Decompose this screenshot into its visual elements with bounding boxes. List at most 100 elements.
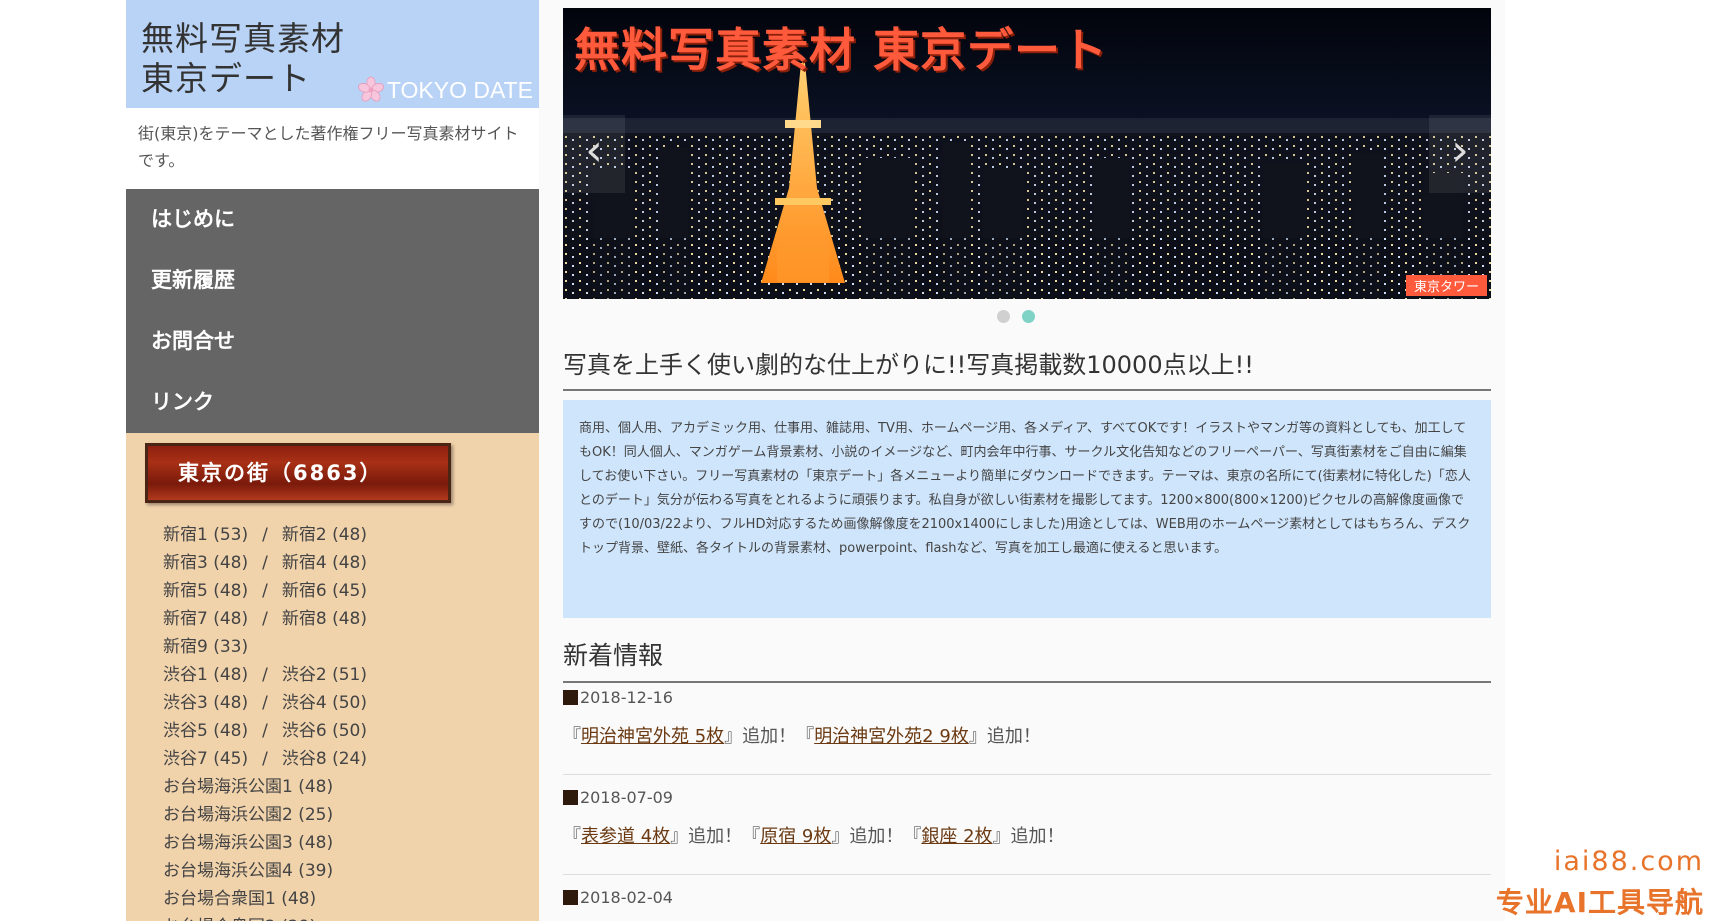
category-link[interactable]: お台場海浜公園1 (48) — [163, 777, 333, 797]
sidebar: 無料写真素材 東京デート TOKYO DATE 街(東京)をテーマとした著作権フ… — [126, 0, 539, 921]
slider-dot[interactable] — [1022, 310, 1035, 323]
slider-prev-button[interactable]: ‹ — [563, 115, 625, 193]
category-separator: / — [262, 721, 268, 741]
news-text-fragment: 』追加！『 — [724, 726, 815, 747]
category-banner-label: 東京の街（6863） — [178, 461, 383, 485]
category-link[interactable]: お台場海浜公園2 (25) — [163, 805, 333, 825]
logo-subtitle: TOKYO DATE — [357, 76, 533, 104]
sidebar-nav: はじめに 更新履歴 お問合せ リンク — [126, 189, 539, 433]
category-link[interactable]: 新宿1 (53) — [163, 525, 248, 545]
category-row: 新宿5 (48) / 新宿6 (45) — [163, 577, 367, 605]
category-separator: / — [262, 665, 268, 685]
category-link[interactable]: 新宿7 (48) — [163, 609, 248, 629]
category-link[interactable]: 新宿4 (48) — [282, 553, 367, 573]
watermark-line1: iai88.com — [1553, 846, 1704, 877]
category-row: お台場合衆国1 (48) — [163, 885, 367, 913]
chevron-right-icon: › — [1451, 125, 1469, 176]
news-text-fragment: 『 — [563, 726, 581, 747]
news-date-text: 2018-02-04 — [580, 888, 673, 907]
category-link[interactable]: お台場合衆国1 (48) — [163, 889, 316, 909]
news-divider — [563, 874, 1491, 875]
category-link[interactable]: お台場海浜公園4 (39) — [163, 861, 333, 881]
category-link[interactable]: 渋谷8 (24) — [282, 749, 367, 769]
category-link[interactable]: 新宿3 (48) — [163, 553, 248, 573]
category-link[interactable]: お台場合衆国2 (29) — [163, 917, 316, 921]
main-content: 無料写真素材 東京デート ‹ › 東京タワー 写真を上手く使い劇的な仕上がりに!… — [539, 0, 1505, 921]
category-link[interactable]: 渋谷3 (48) — [163, 693, 248, 713]
category-link[interactable]: 新宿9 (33) — [163, 637, 248, 657]
news-date: 2018-12-16 — [563, 688, 1491, 707]
news-text-fragment: 』追加！ — [992, 826, 1065, 847]
slide-title: 無料写真素材 東京デート — [574, 23, 1109, 77]
category-link[interactable]: お台場海浜公園3 (48) — [163, 833, 333, 853]
slider-dot[interactable] — [997, 310, 1010, 323]
category-link[interactable]: 渋谷7 (45) — [163, 749, 248, 769]
category-separator: / — [262, 749, 268, 769]
watermark-line2: 专业AI工具导航 — [1495, 886, 1704, 919]
category-row: お台場海浜公園4 (39) — [163, 857, 367, 885]
page-headline: 写真を上手く使い劇的な仕上がりに!!写真掲載数10000点以上!! — [563, 345, 1491, 391]
news-text-fragment: 』追加！『 — [831, 826, 922, 847]
category-link[interactable]: 渋谷2 (51) — [282, 665, 367, 685]
site-tagline: 街(東京)をテーマとした著作権フリー写真素材サイトです。 — [138, 124, 519, 170]
category-link[interactable]: 新宿5 (48) — [163, 581, 248, 601]
news-item: 2018-07-09 『表参道 4枚』追加！『原宿 9枚』追加！『銀座 2枚』追加… — [563, 788, 1491, 848]
square-bullet-icon — [563, 890, 578, 905]
chevron-left-icon: ‹ — [585, 125, 603, 176]
category-row: 渋谷1 (48) / 渋谷2 (51) — [163, 661, 367, 689]
news-text: 『表参道 4枚』追加！『原宿 9枚』追加！『銀座 2枚』追加！ — [563, 822, 1491, 848]
nav-item-links[interactable]: リンク — [126, 372, 539, 433]
news-text-fragment: 』追加！『 — [670, 826, 761, 847]
news-date: 2018-07-09 — [563, 788, 1491, 807]
category-link[interactable]: 渋谷1 (48) — [163, 665, 248, 685]
category-row: お台場海浜公園2 (25) — [163, 801, 367, 829]
logo-title-line2: 東京デート — [141, 59, 311, 98]
category-separator: / — [262, 581, 268, 601]
category-banner: 東京の街（6863） — [145, 443, 451, 503]
category-separator: / — [262, 525, 268, 545]
category-row: 渋谷5 (48) / 渋谷6 (50) — [163, 717, 367, 745]
news-text-fragment: 『 — [563, 826, 581, 847]
news-date: 2018-02-04 — [563, 888, 1491, 907]
category-link[interactable]: 渋谷4 (50) — [282, 693, 367, 713]
square-bullet-icon — [563, 790, 578, 805]
intro-box: 商用、個人用、アカデミック用、仕事用、雑誌用、TV用、ホームページ用、各メディア… — [563, 400, 1491, 618]
category-link[interactable]: 新宿8 (48) — [282, 609, 367, 629]
category-link[interactable]: 渋谷5 (48) — [163, 721, 248, 741]
category-row: 新宿7 (48) / 新宿8 (48) — [163, 605, 367, 633]
category-separator: / — [262, 693, 268, 713]
category-row: お台場海浜公園3 (48) — [163, 829, 367, 857]
news-link[interactable]: 明治神宮外苑2 9枚 — [814, 726, 969, 747]
site-logo[interactable]: 無料写真素材 東京デート TOKYO DATE — [126, 0, 539, 108]
category-row: お台場海浜公園1 (48) — [163, 773, 367, 801]
watermark: iai88.com 专业AI工具导航 — [1496, 846, 1704, 921]
category-row: お台場合衆国2 (29) — [163, 913, 367, 921]
news-text: 『明治神宮外苑 5枚』追加！『明治神宮外苑2 9枚』追加！ — [563, 722, 1491, 748]
category-link[interactable]: 渋谷6 (50) — [282, 721, 367, 741]
slider-dots — [997, 310, 1035, 323]
news-link[interactable]: 原宿 9枚 — [760, 826, 831, 847]
nav-item-intro[interactable]: はじめに — [126, 189, 539, 250]
nav-item-contact[interactable]: お問合せ — [126, 311, 539, 372]
nav-item-history[interactable]: 更新履歴 — [126, 250, 539, 311]
news-item: 2018-02-04 — [563, 888, 1491, 907]
category-row: 新宿1 (53) / 新宿2 (48) — [163, 521, 367, 549]
news-link[interactable]: 表参道 4枚 — [581, 826, 670, 847]
category-panel: 東京の街（6863） 新宿1 (53) / 新宿2 (48) 新宿3 (48) / 新宿4… — [126, 433, 539, 921]
category-row: 渋谷3 (48) / 渋谷4 (50) — [163, 689, 367, 717]
news-date-text: 2018-07-09 — [580, 788, 673, 807]
slider-next-button[interactable]: › — [1429, 115, 1491, 193]
news-link[interactable]: 明治神宮外苑 5枚 — [581, 726, 724, 747]
category-link[interactable]: 新宿2 (48) — [282, 525, 367, 545]
slide-caption: 東京タワー — [1405, 275, 1487, 296]
page: 無料写真素材 東京デート TOKYO DATE 街(東京)をテーマとした著作権フ… — [126, 0, 1505, 921]
category-row: 新宿3 (48) / 新宿4 (48) — [163, 549, 367, 577]
news-divider — [563, 774, 1491, 775]
category-separator: / — [262, 609, 268, 629]
news-link[interactable]: 銀座 2枚 — [921, 826, 992, 847]
logo-subtitle-text: TOKYO DATE — [386, 76, 533, 103]
category-link[interactable]: 新宿6 (45) — [282, 581, 367, 601]
category-list: 新宿1 (53) / 新宿2 (48) 新宿3 (48) / 新宿4 (48) 新宿5 (4… — [163, 521, 367, 921]
category-separator: / — [262, 553, 268, 573]
image-slider: 無料写真素材 東京デート ‹ › 東京タワー — [563, 8, 1491, 299]
